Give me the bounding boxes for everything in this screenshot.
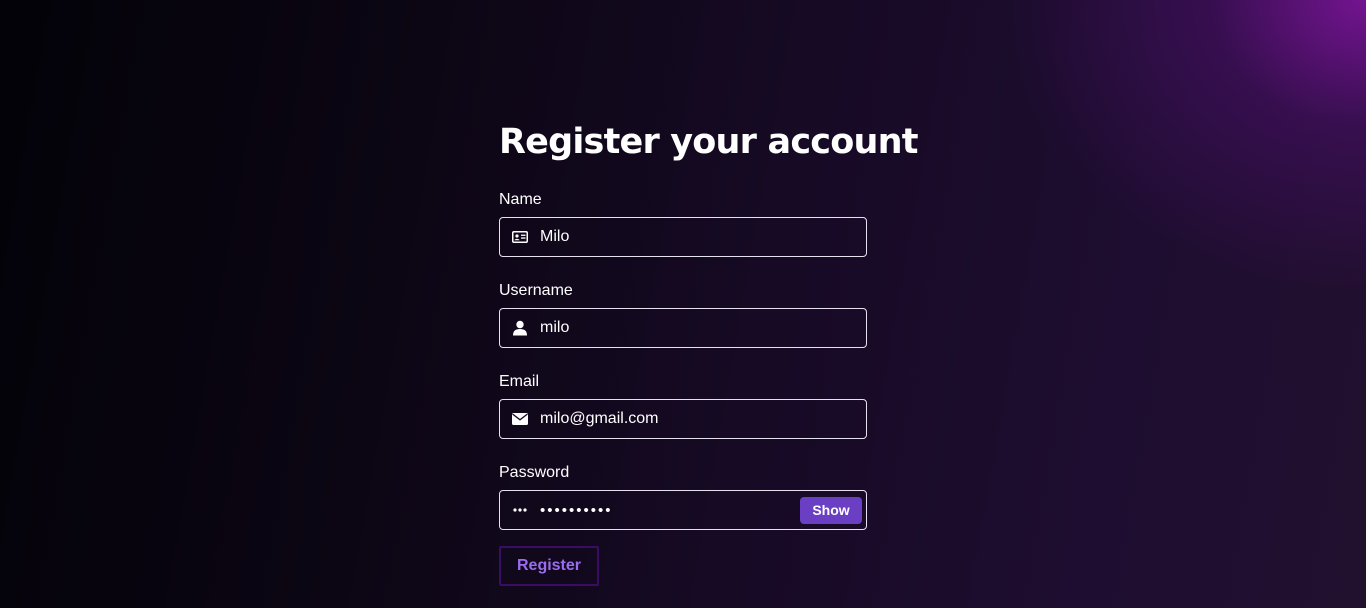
username-field[interactable] (499, 308, 867, 348)
page-title: Register your account (499, 122, 918, 162)
email-field[interactable] (499, 399, 867, 439)
envelope-icon (510, 409, 530, 429)
username-input[interactable] (530, 310, 866, 346)
show-password-button[interactable]: Show (800, 496, 862, 524)
email-input[interactable] (530, 401, 866, 437)
email-label: Email (499, 373, 540, 390)
ellipsis-icon (510, 500, 530, 520)
user-icon (510, 318, 530, 338)
register-button[interactable]: Register (499, 546, 599, 586)
id-card-icon (510, 227, 530, 247)
password-label: Password (499, 464, 570, 481)
name-label: Name (499, 191, 542, 208)
password-input[interactable] (530, 492, 800, 528)
username-label: Username (499, 282, 573, 299)
name-field[interactable] (499, 217, 867, 257)
name-input[interactable] (530, 219, 866, 255)
register-form: Register your account Name Username Emai… (499, 118, 918, 586)
password-field[interactable]: Show (499, 490, 867, 530)
